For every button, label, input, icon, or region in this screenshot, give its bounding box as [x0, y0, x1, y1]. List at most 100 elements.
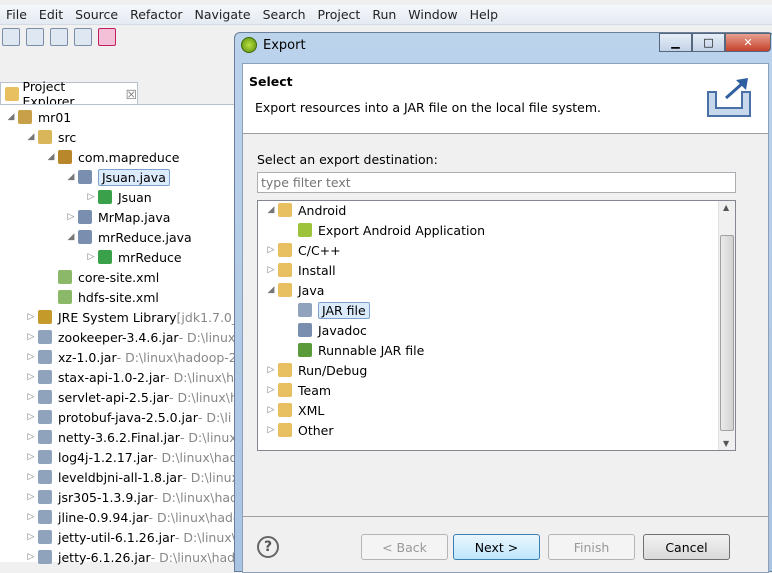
next-button[interactable]: Next > — [453, 534, 540, 560]
menu-project[interactable]: Project — [312, 5, 367, 24]
menu-run[interactable]: Run — [366, 5, 402, 24]
tree-item[interactable]: ▷ stax-api-1.0-2.jar - D:\linux\ha — [24, 367, 242, 387]
expanded-arrow-icon[interactable]: ◢ — [64, 232, 78, 242]
android-sdk-icon[interactable] — [98, 28, 116, 46]
tree-item-path: - D:\linux\had — [153, 489, 238, 505]
collapsed-arrow-icon[interactable]: ▷ — [24, 552, 38, 562]
tree-item[interactable]: ◢ mr01 — [4, 107, 72, 127]
tree-item[interactable]: ◢ Jsuan.java — [64, 167, 170, 187]
menu-navigate[interactable]: Navigate — [189, 5, 257, 24]
expanded-arrow-icon[interactable]: ◢ — [44, 152, 58, 162]
tree-item[interactable]: ▷ leveldbjni-all-1.8.jar - D:\linux — [24, 467, 239, 487]
collapsed-arrow-icon[interactable]: ▷ — [264, 425, 278, 435]
jar-icon — [38, 370, 52, 384]
maximize-button[interactable]: □ — [692, 33, 725, 52]
tree-item[interactable]: ▷ xz-1.0.jar - D:\linux\hadoop-2 — [24, 347, 237, 367]
expanded-arrow-icon[interactable]: ◢ — [4, 112, 18, 122]
collapsed-arrow-icon[interactable]: ▷ — [24, 412, 38, 422]
menu-search[interactable]: Search — [257, 5, 312, 24]
collapsed-arrow-icon[interactable]: ▷ — [24, 392, 38, 402]
dialog-title: Export — [263, 37, 306, 53]
collapsed-arrow-icon[interactable]: ▷ — [84, 252, 98, 262]
collapsed-arrow-icon[interactable]: ▷ — [24, 372, 38, 382]
scrollbar-thumb[interactable] — [720, 235, 734, 431]
tree-item[interactable]: Export Android Application — [284, 220, 485, 240]
collapsed-arrow-icon[interactable]: ▷ — [264, 385, 278, 395]
print-icon[interactable] — [74, 28, 92, 46]
tree-item[interactable]: ▷ mrReduce — [84, 247, 182, 267]
tree-item[interactable]: ◢ src — [24, 127, 77, 147]
tree-item[interactable]: ▷ protobuf-java-2.5.0.jar - D:\li — [24, 407, 232, 427]
tree-item[interactable]: ▷ jsr305-1.3.9.jar - D:\linux\had — [24, 487, 238, 507]
tree-item-path: - D:\linux\h — [169, 389, 238, 405]
tree-item[interactable]: ◢ mrReduce.java — [64, 227, 192, 247]
new-icon[interactable] — [2, 28, 20, 46]
tree-item[interactable]: hdfs-site.xml — [44, 287, 159, 307]
collapsed-arrow-icon[interactable]: ▷ — [264, 365, 278, 375]
tree-item[interactable]: ▷ Install — [264, 260, 336, 280]
tree-item[interactable]: ▷ XML — [264, 400, 325, 420]
tree-item[interactable]: ▷ C/C++ — [264, 240, 341, 260]
tree-item[interactable]: ▷ MrMap.java — [64, 207, 171, 227]
close-icon[interactable]: ☒ — [126, 87, 137, 102]
tree-item[interactable]: ▷ Run/Debug — [264, 360, 368, 380]
tree-item[interactable]: ▷ jetty-util-6.1.26.jar - D:\linux\h — [24, 527, 244, 547]
collapsed-arrow-icon[interactable]: ▷ — [24, 512, 38, 522]
tree-item[interactable]: ◢ Android — [264, 200, 347, 220]
expanded-arrow-icon[interactable]: ◢ — [24, 132, 38, 142]
menu-edit[interactable]: Edit — [33, 5, 69, 24]
tree-item[interactable]: ▷ JRE System Library [jdk1.7.0_ — [24, 307, 239, 327]
menu-help[interactable]: Help — [464, 5, 505, 24]
tree-item[interactable]: ▷ Other — [264, 420, 334, 440]
tab-project-explorer[interactable]: Project Explorer ☒ — [0, 79, 138, 109]
back-button[interactable]: < Back — [361, 534, 448, 560]
expanded-arrow-icon[interactable]: ◢ — [264, 285, 278, 295]
tree-item[interactable]: ▷ Jsuan — [84, 187, 152, 207]
menu-refactor[interactable]: Refactor — [124, 5, 188, 24]
runnable-jar-icon — [298, 343, 312, 357]
collapsed-arrow-icon[interactable]: ▷ — [24, 492, 38, 502]
collapsed-arrow-icon[interactable]: ▷ — [24, 352, 38, 362]
tree-item[interactable]: ▷ zookeeper-3.4.6.jar - D:\linux — [24, 327, 236, 347]
collapsed-arrow-icon[interactable]: ▷ — [24, 432, 38, 442]
cancel-button[interactable]: Cancel — [643, 534, 730, 560]
tree-item[interactable]: core-site.xml — [44, 267, 159, 287]
menu-file[interactable]: File — [0, 5, 33, 24]
filter-input[interactable] — [257, 172, 736, 193]
finish-button[interactable]: Finish — [548, 534, 635, 560]
tree-item[interactable]: ▷ Team — [264, 380, 332, 400]
collapsed-arrow-icon[interactable]: ▷ — [84, 192, 98, 202]
menu-window[interactable]: Window — [402, 5, 463, 24]
collapsed-arrow-icon[interactable]: ▷ — [264, 265, 278, 275]
tree-item[interactable]: ▷ log4j-1.2.17.jar - D:\linux\had — [24, 447, 238, 467]
collapsed-arrow-icon[interactable]: ▷ — [64, 212, 78, 222]
collapsed-arrow-icon[interactable]: ▷ — [24, 452, 38, 462]
folder-icon — [278, 423, 292, 437]
save-all-icon[interactable] — [50, 28, 68, 46]
expanded-arrow-icon[interactable]: ◢ — [64, 172, 78, 182]
tree-item[interactable]: ▷ netty-3.6.2.Final.jar - D:\linux\ — [24, 427, 241, 447]
close-button[interactable]: ✕ — [725, 33, 771, 52]
menu-source[interactable]: Source — [69, 5, 124, 24]
tree-item[interactable]: ▷ jline-0.9.94.jar - D:\linux\hado — [24, 507, 241, 527]
tree-item[interactable]: ◢ Java — [264, 280, 325, 300]
minimize-button[interactable]: ▁ — [659, 33, 692, 52]
collapsed-arrow-icon[interactable]: ▷ — [24, 332, 38, 342]
tree-item[interactable]: ◢ com.mapreduce — [44, 147, 180, 167]
tree-item[interactable]: Javadoc — [284, 320, 367, 340]
tree-item[interactable]: JAR file — [284, 300, 370, 320]
collapsed-arrow-icon[interactable]: ▷ — [24, 312, 38, 322]
tree-item[interactable]: ▷ servlet-api-2.5.jar - D:\linux\h — [24, 387, 238, 407]
save-icon[interactable] — [26, 28, 44, 46]
collapsed-arrow-icon[interactable]: ▷ — [24, 532, 38, 542]
help-icon[interactable]: ? — [257, 536, 279, 558]
export-destination-tree: ▲ ▼ ◢ Android Export Android Application ▷ C… — [257, 200, 736, 451]
tree-item-label: stax-api-1.0-2.jar — [58, 369, 166, 385]
collapsed-arrow-icon[interactable]: ▷ — [264, 405, 278, 415]
expanded-arrow-icon[interactable]: ◢ — [264, 205, 278, 215]
collapsed-arrow-icon[interactable]: ▷ — [264, 245, 278, 255]
vertical-scrollbar[interactable]: ▲ ▼ — [718, 201, 735, 450]
tree-item[interactable]: ▷ jetty-6.1.26.jar - D:\linux\hado — [24, 547, 243, 567]
tree-item[interactable]: Runnable JAR file — [284, 340, 424, 360]
collapsed-arrow-icon[interactable]: ▷ — [24, 472, 38, 482]
